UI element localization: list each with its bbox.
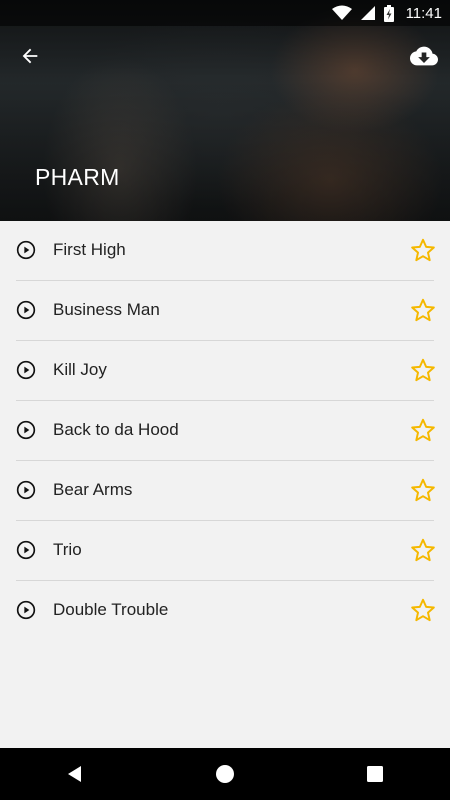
header-banner: 11:41 PHARM — [0, 0, 450, 221]
nav-back-icon — [68, 766, 81, 782]
list-item[interactable]: Business Man — [16, 281, 436, 341]
star-outline-icon[interactable] — [410, 537, 436, 563]
star-outline-icon[interactable] — [410, 417, 436, 443]
nav-recents-icon — [367, 766, 383, 782]
list-item[interactable]: Back to da Hood — [16, 401, 436, 461]
nav-recents-button[interactable] — [345, 748, 405, 800]
list-item[interactable]: Double Trouble — [16, 581, 436, 640]
nav-home-button[interactable] — [195, 748, 255, 800]
wifi-icon — [331, 5, 352, 20]
status-bar: 11:41 — [0, 0, 450, 26]
star-outline-icon[interactable] — [410, 477, 436, 503]
play-circle-icon[interactable] — [16, 300, 36, 320]
play-circle-icon[interactable] — [16, 540, 36, 560]
play-circle-icon[interactable] — [16, 600, 36, 620]
song-title: Back to da Hood — [53, 420, 179, 439]
song-title: Bear Arms — [53, 480, 133, 499]
clock: 11:41 — [405, 4, 442, 22]
nav-back-button[interactable] — [45, 748, 105, 800]
arrow-left-icon — [22, 48, 38, 64]
nav-home-icon — [216, 765, 234, 783]
download-button[interactable] — [404, 36, 444, 76]
back-button[interactable] — [10, 36, 50, 76]
list-item[interactable]: Trio — [16, 521, 436, 581]
song-title: Trio — [53, 540, 82, 559]
song-title: Business Man — [53, 300, 160, 319]
song-list: First High Business Man Kill Joy Back to… — [0, 221, 450, 640]
list-item[interactable]: First High — [16, 221, 436, 281]
play-circle-icon[interactable] — [16, 420, 36, 440]
star-outline-icon[interactable] — [410, 597, 436, 623]
battery-icon — [383, 4, 394, 22]
song-title: First High — [53, 240, 126, 259]
star-outline-icon[interactable] — [410, 237, 436, 263]
song-title: Kill Joy — [53, 360, 107, 379]
play-circle-icon[interactable] — [16, 480, 36, 500]
status-icons: 11:41 — [331, 0, 442, 26]
song-title: Double Trouble — [53, 600, 169, 619]
cloud-download-icon — [410, 46, 438, 66]
list-item[interactable]: Bear Arms — [16, 461, 436, 521]
page-title: PHARM — [35, 164, 120, 190]
signal-icon — [360, 6, 375, 20]
system-navigation-bar — [0, 748, 450, 800]
star-outline-icon[interactable] — [410, 297, 436, 323]
star-outline-icon[interactable] — [410, 357, 436, 383]
list-item[interactable]: Kill Joy — [16, 341, 436, 401]
play-circle-icon[interactable] — [16, 360, 36, 380]
play-circle-icon[interactable] — [16, 240, 36, 260]
